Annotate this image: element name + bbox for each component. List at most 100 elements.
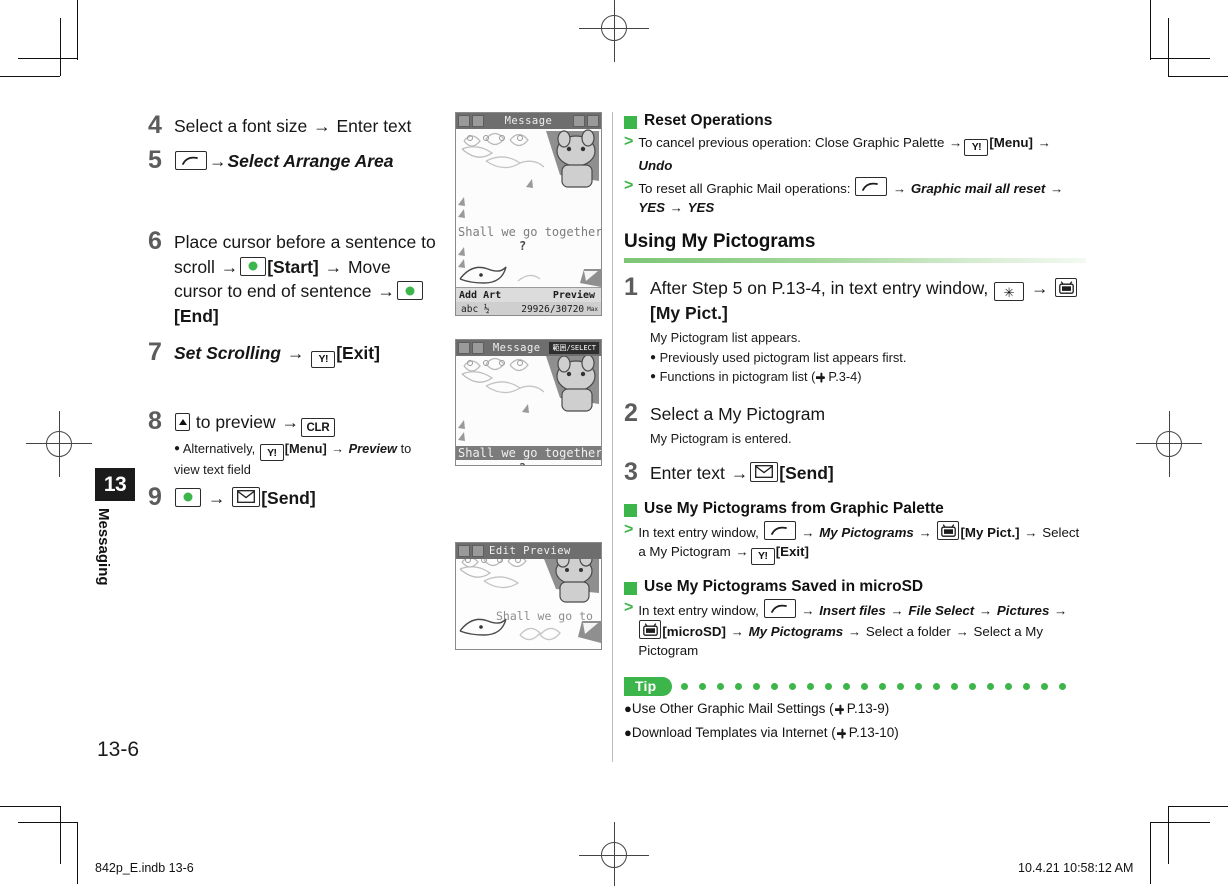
arrow-icon: →	[797, 602, 819, 618]
arrow-icon: →	[203, 487, 231, 508]
arrow-icon: →	[1026, 278, 1054, 299]
yahoo-key-icon: Y!	[259, 444, 284, 462]
arrow-icon: →	[665, 200, 687, 216]
arrow-icon: →	[955, 624, 969, 640]
step-text: to preview → CLR	[174, 408, 438, 437]
bullet-list-text: To cancel previous operation: Close Grap…	[638, 133, 1086, 175]
screenshot-body-text: Shall we go together	[458, 225, 602, 239]
menu-item-name: File Select	[908, 602, 975, 618]
page-section-title: Using My Pictograms	[624, 231, 816, 253]
text-run: Previously used pictogram list appears f…	[656, 349, 907, 365]
soft-key-icon	[763, 598, 796, 618]
step-text: After Step 5 on P.13-4, in text entry wi…	[650, 274, 1086, 326]
numbered-step: 8 to preview → CLR ● Alternatively, Y! [Men…	[148, 406, 438, 480]
key-label: [Send]	[261, 487, 316, 508]
numbered-step: 4 Select a font size → Enter text	[148, 112, 438, 139]
step-number: 8	[148, 406, 162, 435]
text-run: My Pictogram is entered.	[650, 430, 792, 446]
page-reference: P.13-10	[848, 725, 895, 741]
screenshot-body-text-2b: ?	[519, 461, 526, 465]
menu-item-name: Graphic mail all reset	[910, 180, 1046, 196]
tip-label: Tip	[624, 676, 673, 696]
numbered-step: 2 Select a My Pictogram My Pictogram is en…	[624, 400, 1086, 448]
graphic-palette-heading: Use My Pictograms from Graphic Palette	[624, 500, 1086, 518]
step-note: ● Functions in pictogram list (P.3-4)	[624, 368, 1086, 389]
clr-key-icon: CLR	[300, 417, 335, 437]
arrow-icon: →	[377, 281, 395, 302]
bullet-icon: ●	[624, 725, 632, 741]
step-text: →Select Arrange Area	[174, 147, 438, 174]
arrow-icon: →	[975, 602, 996, 618]
text-run: to preview	[191, 411, 281, 432]
microsd-items: > In text entry window, → Insert files → …	[624, 598, 1086, 661]
bullet-list-text: In text entry window, → Insert files → F…	[638, 598, 1086, 661]
graphic-palette-items: > In text entry window, → My Pictograms →…	[624, 521, 1086, 565]
chevron-right-icon: >	[624, 176, 634, 194]
arrow-icon: →	[886, 602, 908, 618]
softkey-right: Preview	[552, 289, 595, 301]
step-number: 3	[624, 458, 638, 487]
heading-text: Use My Pictograms Saved in microSD	[644, 577, 924, 595]
step-text: Select a My Pictogram	[650, 400, 1086, 427]
numbered-step: 9 → [Send]	[148, 484, 438, 511]
arrow-icon: →	[726, 624, 748, 640]
key-label: [My Pict.]	[650, 303, 728, 324]
footer-rule-right	[1150, 840, 1151, 884]
column-divider	[612, 112, 613, 762]
tip-list-item: ●Download Templates via Internet (P.13-1…	[624, 724, 1086, 745]
tip-dot	[1023, 682, 1031, 690]
softkey-left: Add Art	[459, 289, 502, 301]
bullet-list-text: In text entry window, → My Pictograms → …	[638, 521, 1086, 565]
menu-item-name: Set Scrolling	[174, 343, 281, 364]
tip-dot	[789, 682, 797, 690]
tip-dot-row	[681, 682, 1067, 690]
bullet-list-item: > To reset all Graphic Mail operations: →…	[624, 176, 1086, 218]
send-key-icon	[750, 462, 779, 483]
green-dot-icon	[248, 261, 258, 271]
center-key-icon	[396, 281, 423, 301]
text-run: In text entry window,	[638, 602, 763, 618]
char-count-unit: Max	[587, 305, 598, 313]
text-run: Enter text	[331, 116, 412, 136]
ref-hand-icon	[815, 370, 828, 389]
left-steps-list: 4 Select a font size → Enter text 5 →Select…	[148, 112, 438, 510]
signal-icon	[458, 545, 470, 557]
text-run: Alternatively,	[180, 440, 259, 456]
footer-timestamp: 10.4.21 10:58:12 AM	[1018, 861, 1134, 875]
char-count: 29926/30720	[521, 303, 585, 315]
step-number: 4	[148, 111, 162, 139]
tip-dot	[987, 682, 995, 690]
arrow-icon: →	[914, 525, 936, 541]
center-key-icon	[175, 487, 201, 507]
chapter-tab: 13 Messaging	[95, 468, 135, 618]
arrow-icon: →	[797, 525, 819, 541]
numbered-step: 6 Place cursor before a sentence to scrol…	[148, 228, 438, 329]
numbered-step: 3 Enter text → [Send]	[624, 459, 1086, 486]
screenshot-edit-preview: Edit Preview Shall we go to	[455, 542, 602, 650]
ref-hand-icon	[836, 726, 849, 745]
menu-item-name: Insert files	[819, 602, 886, 618]
bullet-list-item: > To cancel previous operation: Close Gra…	[624, 133, 1086, 175]
text-run: My Pictogram list appears.	[650, 330, 801, 346]
numbered-step: 1 After Step 5 on P.13-4, in text entry w…	[624, 274, 1086, 388]
soft-key-icon	[175, 150, 207, 170]
text-run: In text entry window,	[638, 525, 763, 541]
green-square-icon	[624, 116, 637, 129]
tip-box: Tip ●Use Other Graphic Mail Settings (P.…	[624, 676, 1086, 746]
screenshot-column: Message Shall we go together ? Add Art P…	[455, 112, 610, 650]
arrow-icon: →	[1033, 135, 1051, 150]
tip-dot	[915, 682, 923, 690]
arrow-icon: →	[209, 150, 227, 171]
tip-dot	[879, 682, 887, 690]
tv-key-icon	[937, 521, 960, 541]
step-text: Set Scrolling → Y! [Exit]	[174, 339, 438, 368]
green-dot-icon	[183, 492, 193, 502]
screenshot-titlebar-2: Message 範囲/SELECT	[456, 340, 601, 356]
yahoo-key-icon: Y!	[964, 138, 989, 156]
tip-dot	[681, 682, 689, 690]
screenshot-message-select: Message 範囲/SELECT Shall we go together	[455, 339, 602, 466]
tip-list-item: ●Use Other Graphic Mail Settings (P.13-9…	[624, 700, 1086, 721]
tv-key-icon	[1055, 278, 1078, 298]
soft-key-icon	[763, 521, 796, 541]
battery-icon	[472, 342, 484, 354]
